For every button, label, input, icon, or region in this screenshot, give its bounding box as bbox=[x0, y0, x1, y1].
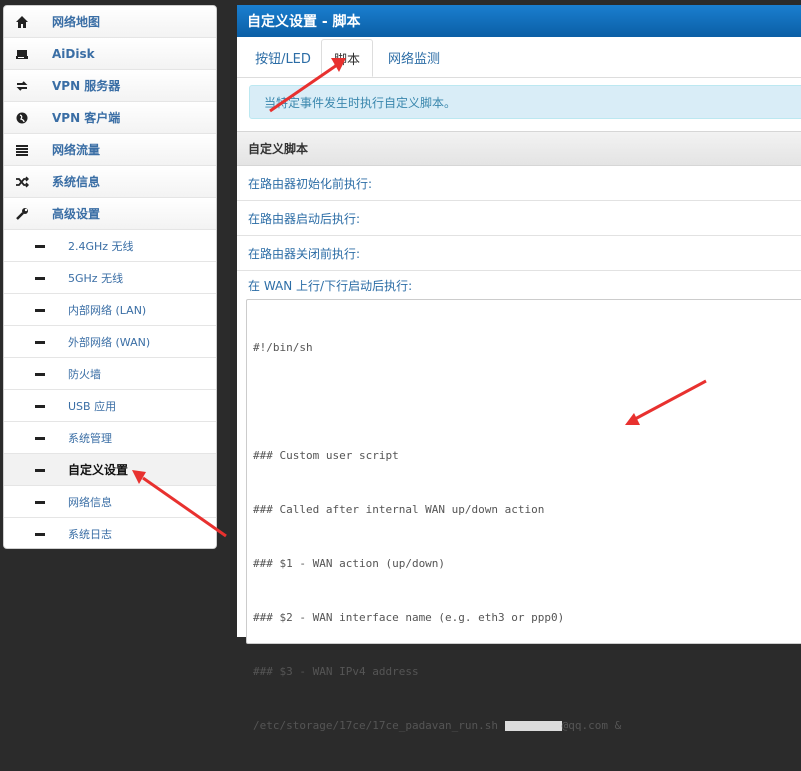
sidebar-item-label: 网络流量 bbox=[52, 143, 101, 157]
sidebar-sub-item-lan[interactable]: 内部网络 (LAN) bbox=[4, 294, 216, 326]
script-line: /etc/storage/17ce/17ce_padavan_run.sh @q… bbox=[253, 717, 799, 735]
dash-icon bbox=[35, 373, 45, 376]
sidebar-item-label: VPN 客户端 bbox=[52, 111, 121, 125]
script-line: ### $2 - WAN interface name (e.g. eth3 o… bbox=[253, 611, 565, 624]
disk-icon bbox=[14, 46, 30, 62]
script-row-pre-shutdown[interactable]: 在路由器关闭前执行: bbox=[237, 236, 801, 271]
tab-scripts[interactable]: 脚本 bbox=[321, 39, 373, 77]
sidebar-item-label: 系统信息 bbox=[52, 175, 101, 189]
sidebar-sub-item-label: 内部网络 (LAN) bbox=[68, 303, 147, 317]
sidebar-sub-item-customization[interactable]: 自定义设置 bbox=[4, 454, 216, 486]
tab-bar: 按钮/LED 脚本 网络监测 bbox=[237, 37, 801, 78]
script-line bbox=[253, 393, 799, 411]
globe-icon bbox=[14, 110, 30, 126]
sidebar-sub-item-network-info[interactable]: 网络信息 bbox=[4, 486, 216, 518]
sidebar-item-label: 网络地图 bbox=[52, 15, 101, 29]
sidebar-sub-item-label: 自定义设置 bbox=[68, 463, 129, 477]
sidebar-item-network-map[interactable]: 网络地图 bbox=[4, 6, 216, 38]
main-panel: 自定义设置 - 脚本 按钮/LED 脚本 网络监测 当特定事件发生时执行自定义脚… bbox=[237, 5, 801, 732]
dash-icon bbox=[35, 533, 45, 536]
sidebar-menu: 网络地图 AiDisk VPN 服务器 VPN 客户端 网络流量 系统信息 高级… bbox=[3, 5, 217, 549]
sidebar-sub-item-label: 外部网络 (WAN) bbox=[68, 335, 151, 349]
script-line: ### $1 - WAN action (up/down) bbox=[253, 557, 446, 570]
shuffle-icon bbox=[14, 174, 30, 190]
sidebar-sub-item-syslog[interactable]: 系统日志 bbox=[4, 518, 216, 548]
sidebar-sub-item-label: 5GHz 无线 bbox=[68, 271, 124, 285]
traffic-icon bbox=[14, 142, 30, 158]
wrench-icon bbox=[14, 206, 30, 222]
sidebar-item-advanced[interactable]: 高级设置 bbox=[4, 198, 216, 230]
dash-icon bbox=[35, 437, 45, 440]
sidebar-sub-item-wireless-24[interactable]: 2.4GHz 无线 bbox=[4, 230, 216, 262]
wan-script-editor[interactable]: #!/bin/sh ### Custom user script ### Cal… bbox=[246, 299, 801, 732]
sidebar-item-aidisk[interactable]: AiDisk bbox=[4, 38, 216, 70]
script-email-suffix: @qq.com & bbox=[561, 719, 622, 732]
redacted-block bbox=[504, 721, 562, 731]
tab-network-monitor[interactable]: 网络监测 bbox=[379, 39, 449, 76]
script-line: ### Called after internal WAN up/down ac… bbox=[253, 503, 545, 516]
sidebar-sub-item-wan[interactable]: 外部网络 (WAN) bbox=[4, 326, 216, 358]
sidebar-sub-item-label: 系统日志 bbox=[68, 528, 112, 541]
dash-icon bbox=[35, 309, 45, 312]
section-title: 自定义脚本 bbox=[237, 131, 801, 166]
sidebar-item-system-info[interactable]: 系统信息 bbox=[4, 166, 216, 198]
sidebar-item-traffic[interactable]: 网络流量 bbox=[4, 134, 216, 166]
dash-icon bbox=[35, 501, 45, 504]
script-command: /etc/storage/17ce/17ce_padavan_run.sh bbox=[253, 719, 505, 732]
sidebar-sub-item-admin[interactable]: 系统管理 bbox=[4, 422, 216, 454]
sidebar-sub-item-label: USB 应用 bbox=[68, 399, 117, 413]
dash-icon bbox=[35, 277, 45, 280]
script-row-pre-init[interactable]: 在路由器初始化前执行: bbox=[237, 166, 801, 201]
vpn-server-icon bbox=[14, 78, 30, 94]
dash-icon bbox=[35, 245, 45, 248]
dash-icon bbox=[35, 405, 45, 408]
home-icon bbox=[14, 14, 30, 30]
dash-icon bbox=[35, 469, 45, 472]
script-line: ### $3 - WAN IPv4 address bbox=[253, 665, 419, 678]
page-title: 自定义设置 - 脚本 bbox=[237, 5, 801, 37]
script-row-post-start[interactable]: 在路由器启动后执行: bbox=[237, 201, 801, 236]
sidebar-item-vpn-server[interactable]: VPN 服务器 bbox=[4, 70, 216, 102]
dash-icon bbox=[35, 341, 45, 344]
sidebar-item-label: VPN 服务器 bbox=[52, 79, 121, 93]
sidebar-sub-item-usb[interactable]: USB 应用 bbox=[4, 390, 216, 422]
script-row-wan-updown[interactable]: 在 WAN 上行/下行启动后执行: bbox=[237, 271, 801, 299]
script-line: ### Custom user script bbox=[253, 449, 399, 462]
info-alert: 当特定事件发生时执行自定义脚本。 bbox=[249, 85, 801, 119]
sidebar-sub-item-wireless-5[interactable]: 5GHz 无线 bbox=[4, 262, 216, 294]
sidebar-sub-item-label: 防火墙 bbox=[68, 367, 101, 381]
sidebar-item-vpn-client[interactable]: VPN 客户端 bbox=[4, 102, 216, 134]
sidebar-sub-item-label: 网络信息 bbox=[68, 495, 112, 509]
sidebar-sub-item-label: 系统管理 bbox=[68, 431, 112, 445]
sidebar-sub-item-label: 2.4GHz 无线 bbox=[68, 239, 134, 253]
sidebar-item-label: AiDisk bbox=[52, 46, 95, 61]
tab-buttons-led[interactable]: 按钮/LED bbox=[245, 39, 321, 76]
sidebar-sub-item-firewall[interactable]: 防火墙 bbox=[4, 358, 216, 390]
sidebar-item-label: 高级设置 bbox=[52, 207, 101, 221]
script-line: #!/bin/sh bbox=[253, 341, 313, 354]
